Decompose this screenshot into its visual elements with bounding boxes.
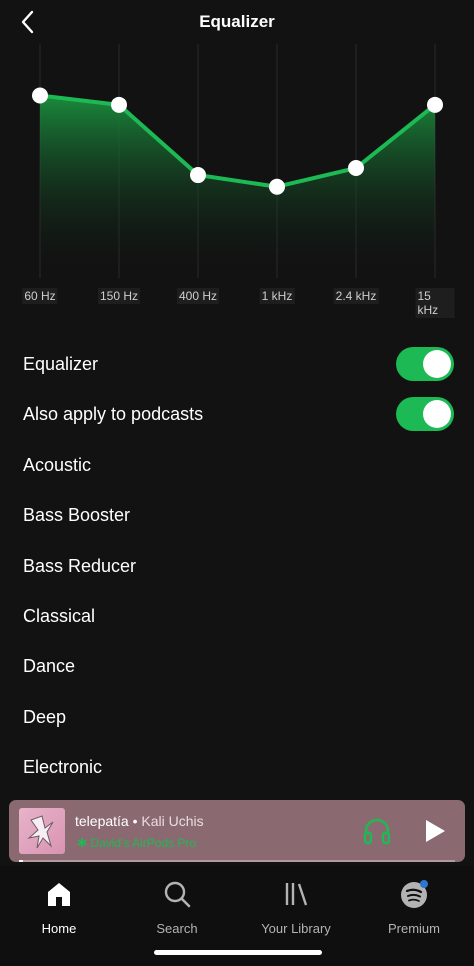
- podcasts-toggle[interactable]: [396, 397, 454, 431]
- home-indicator: [154, 950, 322, 955]
- connected-device: ✱ David's AirPods Pro: [77, 836, 196, 850]
- preset-label: Bass Reducer: [23, 555, 137, 576]
- eq-band-handle[interactable]: [111, 96, 127, 113]
- track-separator: •: [128, 813, 142, 829]
- notification-dot: [420, 880, 428, 888]
- eq-band-handle[interactable]: [348, 160, 364, 177]
- preset-item-deep[interactable]: Deep: [23, 692, 454, 742]
- tab-label: Premium: [387, 921, 440, 936]
- playback-progress: [19, 860, 455, 862]
- preset-label: Classical: [23, 605, 96, 626]
- headphones-icon[interactable]: [361, 815, 393, 847]
- page-title: Equalizer: [199, 12, 275, 31]
- library-icon: [285, 883, 308, 906]
- device-name: David's AirPods Pro: [90, 836, 197, 850]
- tab-your-library[interactable]: Your Library: [241, 878, 351, 936]
- preset-label: Acoustic: [23, 454, 92, 475]
- equalizer-curve[interactable]: [0, 44, 474, 314]
- preset-item-classical[interactable]: Classical: [23, 591, 454, 641]
- track-title: telepatía: [75, 813, 129, 829]
- eq-frequency-label: 150 Hz: [97, 288, 141, 304]
- play-icon[interactable]: [423, 818, 447, 844]
- podcasts-toggle-label: Also apply to podcasts: [23, 403, 204, 424]
- equalizer-graph[interactable]: 60 Hz 150 Hz 400 Hz 1 kHz 2.4 kHz 15 kHz: [0, 44, 474, 318]
- search-icon: [164, 881, 191, 908]
- eq-frequency-label: 15 kHz: [415, 288, 455, 318]
- home-icon: [48, 883, 70, 906]
- tab-label: Home: [41, 921, 77, 936]
- now-playing-bar[interactable]: telepatía • Kali Uchis ✱ David's AirPods…: [9, 800, 465, 862]
- spotify-icon: [401, 880, 428, 908]
- toggle-knob: [423, 350, 451, 378]
- preset-label: Deep: [23, 706, 67, 727]
- album-art: [19, 808, 65, 854]
- eq-frequency-label: 400 Hz: [176, 288, 220, 304]
- bluetooth-icon: ✱: [77, 836, 88, 850]
- preset-item-acoustic[interactable]: Acoustic: [23, 440, 454, 490]
- equalizer-fill: [40, 95, 435, 278]
- preset-label: Dance: [23, 655, 76, 676]
- tab-label: Your Library: [261, 921, 331, 936]
- eq-band-handle[interactable]: [269, 178, 285, 195]
- equalizer-toggle[interactable]: [396, 347, 454, 381]
- equalizer-toggle-row[interactable]: Equalizer: [23, 339, 454, 389]
- preset-item-bass-reducer[interactable]: Bass Reducer: [23, 541, 454, 591]
- tab-label: Search: [156, 921, 198, 936]
- preset-label: Bass Booster: [23, 504, 131, 525]
- eq-band-handle[interactable]: [190, 167, 206, 184]
- preset-item-electronic[interactable]: Electronic: [23, 742, 454, 792]
- eq-frequency-label: 1 kHz: [259, 288, 295, 304]
- track-info: telepatía • Kali Uchis: [75, 813, 204, 829]
- tab-search[interactable]: Search: [122, 878, 232, 936]
- tab-premium[interactable]: Premium: [359, 878, 469, 936]
- eq-frequency-label: 2.4 kHz: [333, 288, 379, 304]
- eq-frequency-label: 60 Hz: [22, 288, 58, 304]
- equalizer-toggle-label: Equalizer: [23, 353, 99, 374]
- tab-home[interactable]: Home: [4, 878, 114, 936]
- eq-band-handle[interactable]: [427, 96, 443, 113]
- preset-label: Electronic: [23, 756, 103, 777]
- eq-band-handle[interactable]: [32, 87, 48, 104]
- preset-item-bass-booster[interactable]: Bass Booster: [23, 490, 454, 540]
- top-bar: Equalizer: [0, 0, 474, 44]
- preset-item-dance[interactable]: Dance: [23, 641, 454, 691]
- toggle-knob: [423, 400, 451, 428]
- podcasts-toggle-row[interactable]: Also apply to podcasts: [23, 389, 454, 439]
- track-artist: Kali Uchis: [141, 813, 204, 829]
- progress-fill: [19, 860, 24, 862]
